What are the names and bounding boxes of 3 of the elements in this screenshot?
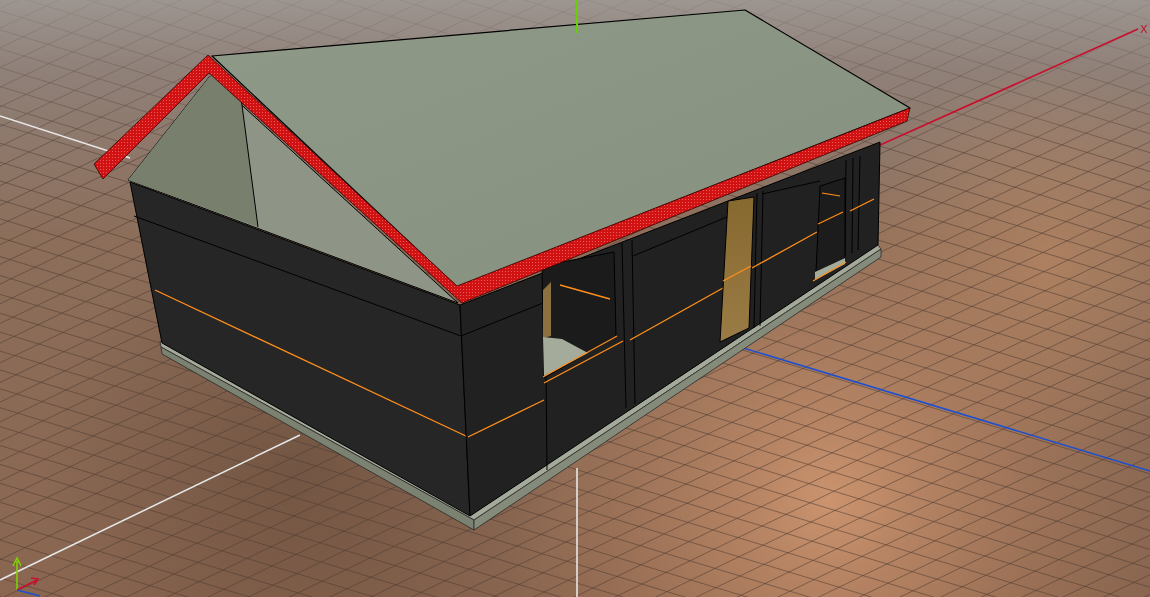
axis-label: X bbox=[1140, 23, 1148, 36]
axis-gizmo-icon bbox=[12, 556, 41, 597]
y-axis-line bbox=[576, 0, 578, 34]
